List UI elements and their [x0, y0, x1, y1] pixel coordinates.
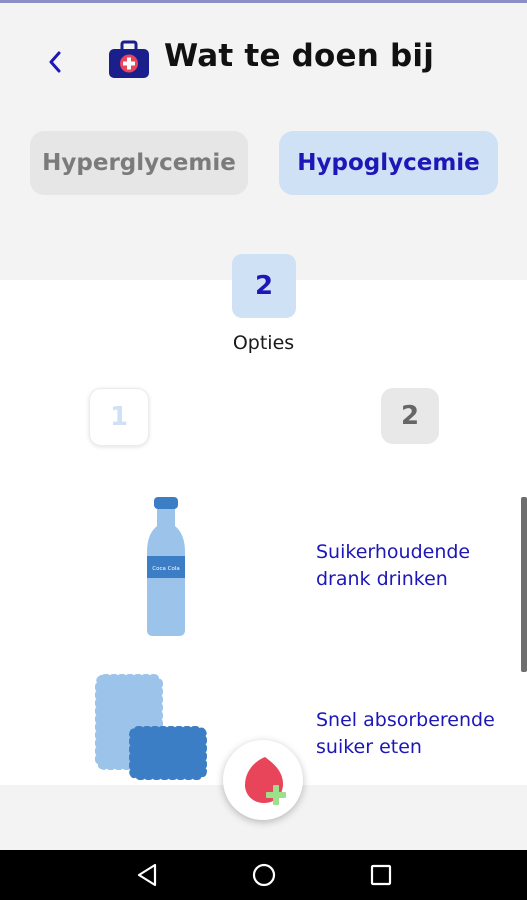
- first-aid-kit-icon: [109, 40, 149, 78]
- back-button[interactable]: [38, 42, 72, 82]
- step-1-button[interactable]: 1: [89, 388, 149, 446]
- tab-hypoglycemie[interactable]: Hypoglycemie: [279, 131, 498, 195]
- cookies-icon: [95, 674, 207, 780]
- chevron-left-icon: [49, 51, 61, 73]
- nav-recent-button[interactable]: [366, 862, 396, 888]
- scrollbar[interactable]: [521, 497, 527, 672]
- blood-drop-fab-button[interactable]: [223, 740, 303, 820]
- option-1-label: Suikerhoudende drank drinken: [316, 541, 471, 590]
- options-count-badge: 2: [232, 254, 296, 318]
- nav-back-button[interactable]: [132, 862, 162, 888]
- nav-home-button[interactable]: [249, 862, 279, 888]
- blood-drop-plus-icon: [245, 757, 286, 805]
- bottle-label: Coca Cola: [152, 566, 179, 572]
- tab-hyperglycemie[interactable]: Hyperglycemie: [30, 131, 248, 195]
- nav-back-icon: [137, 863, 157, 887]
- step-2-button[interactable]: 2: [381, 388, 439, 444]
- options-count-label: Opties: [232, 332, 295, 354]
- nav-recent-icon: [370, 864, 392, 886]
- nav-home-icon: [252, 863, 276, 887]
- bottle-icon: Coca Cola: [147, 497, 185, 636]
- android-navigation-bar: [0, 850, 527, 900]
- page-title: Wat te doen bij: [164, 38, 435, 74]
- option-2-label: Snel absorberende suiker eten: [316, 709, 495, 758]
